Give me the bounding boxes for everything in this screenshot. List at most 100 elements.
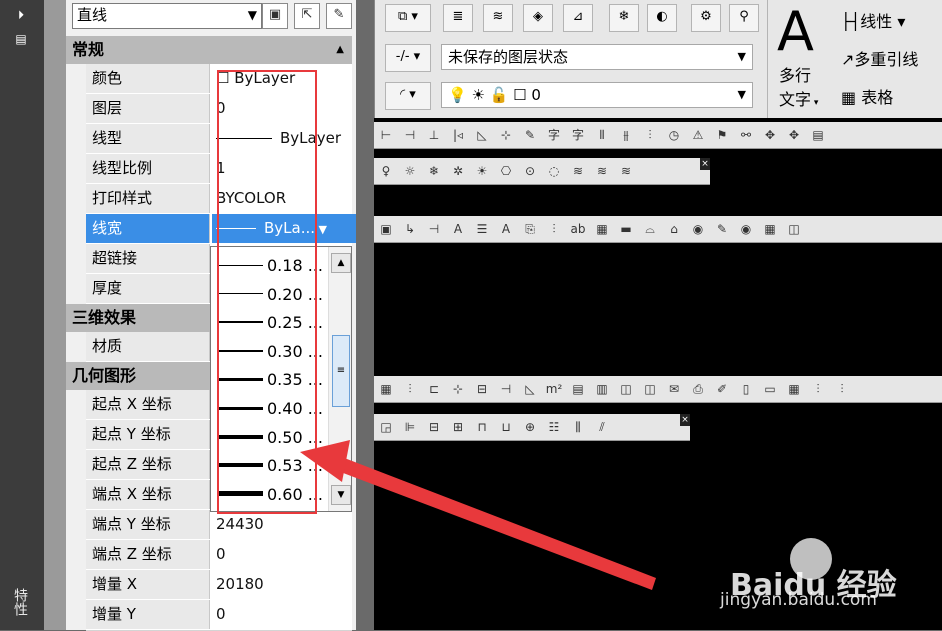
dim-icon[interactable]: ⊣ <box>424 219 444 239</box>
gear-icon[interactable]: ✲ <box>448 161 468 181</box>
autohide-icon[interactable]: ⏵ <box>10 6 32 24</box>
dim-aligned-icon[interactable]: ⊣ <box>400 125 420 145</box>
dim-linear-icon[interactable]: ⊢ <box>376 125 396 145</box>
more-icon[interactable]: ⫶ <box>832 379 852 399</box>
door-icon[interactable]: ◫ <box>616 379 636 399</box>
layer-match-icon[interactable]: ≣ <box>443 4 473 32</box>
text-label[interactable]: 文字 ▾ <box>779 86 818 110</box>
table2-icon[interactable]: ▦ <box>592 219 612 239</box>
distribute-icon[interactable]: ⊓ <box>472 417 492 437</box>
window-icon[interactable]: ◫ <box>784 219 804 239</box>
camera-icon[interactable]: ⚑ <box>712 125 732 145</box>
dim2-icon[interactable]: ⫶ <box>544 219 564 239</box>
insert-icon[interactable]: ▣ <box>376 219 396 239</box>
book-icon[interactable]: ▯ <box>736 379 756 399</box>
sun2-icon[interactable]: ☀ <box>472 161 492 181</box>
distribute3-icon[interactable]: ⊕ <box>520 417 540 437</box>
property-value[interactable]: 24430 <box>212 510 356 539</box>
slash-icon[interactable]: ⫽ <box>592 417 612 437</box>
list-icon[interactable]: ☷ <box>544 417 564 437</box>
align-left-icon[interactable]: ⊫ <box>400 417 420 437</box>
ab-icon[interactable]: ab <box>568 219 588 239</box>
scroll-thumb[interactable]: ≡ <box>332 335 350 407</box>
toggle-pickadd-icon[interactable]: ▣ <box>262 3 288 29</box>
clip-icon[interactable]: ⎔ <box>496 161 516 181</box>
leader-icon[interactable]: ↳ <box>400 219 420 239</box>
property-value[interactable]: 0 <box>212 600 356 629</box>
text-style-icon[interactable]: ✎ <box>520 125 540 145</box>
dim3-icon[interactable]: ⊣ <box>496 379 516 399</box>
scroll-up-icon[interactable]: ▲ <box>331 253 351 273</box>
dim-ordinate-icon[interactable]: |◃ <box>448 125 468 145</box>
tick2-icon[interactable]: ⫶ <box>808 379 828 399</box>
text-a-icon[interactable]: A <box>448 219 468 239</box>
stack3-icon[interactable]: ≋ <box>616 161 636 181</box>
field-icon[interactable]: ⎘ <box>520 219 540 239</box>
stack-icon[interactable]: ≋ <box>568 161 588 181</box>
layer-lock-icon[interactable]: ⚙ <box>691 4 721 32</box>
dim-radius-icon[interactable]: ◺ <box>472 125 492 145</box>
copy-icon[interactable]: ✥ <box>784 125 804 145</box>
dropdown-scrollbar[interactable]: ▲ ≡ ▼ <box>328 247 351 511</box>
continue-icon[interactable]: ⫵ <box>616 125 636 145</box>
warning-icon[interactable]: ⚠ <box>688 125 708 145</box>
layer-off-icon[interactable]: ◐ <box>647 4 677 32</box>
area-icon[interactable]: m² <box>544 379 564 399</box>
dim-arc-icon[interactable]: ⊥ <box>424 125 444 145</box>
scroll-down-icon[interactable]: ▼ <box>331 485 351 505</box>
paste-icon[interactable]: ▤ <box>808 125 828 145</box>
grid2-icon[interactable]: ▦ <box>784 379 804 399</box>
tick-icon[interactable]: ⫶ <box>640 125 660 145</box>
text-big-letter[interactable]: A <box>777 2 814 62</box>
layer-walk-icon[interactable]: ⚲ <box>729 4 759 32</box>
move-icon[interactable]: ✥ <box>760 125 780 145</box>
collapse-icon[interactable]: ▲ <box>336 36 344 64</box>
section-header-general[interactable]: 常规 ▲ <box>66 36 352 64</box>
quick-select-icon[interactable]: ✎ <box>326 3 352 29</box>
calc-icon[interactable]: ▤ <box>568 379 588 399</box>
property-row[interactable]: 增量 X 20180 <box>86 570 352 601</box>
eye2-icon[interactable]: ◉ <box>736 219 756 239</box>
region-icon[interactable]: ◺ <box>520 379 540 399</box>
stack2-icon[interactable]: ≋ <box>592 161 612 181</box>
cap-icon[interactable]: ⌓ <box>640 219 660 239</box>
text-a2-icon[interactable]: A <box>496 219 516 239</box>
mail-icon[interactable]: ✉ <box>664 379 684 399</box>
card-icon[interactable]: ▭ <box>760 379 780 399</box>
brush-icon[interactable]: ✐ <box>712 379 732 399</box>
multiline-text-label[interactable]: 多行 <box>779 62 811 86</box>
close-icon[interactable]: × <box>680 414 690 426</box>
clock-icon[interactable]: ◷ <box>664 125 684 145</box>
snow-icon[interactable]: ❄ <box>424 161 444 181</box>
distribute2-icon[interactable]: ⊔ <box>496 417 516 437</box>
object-type-select[interactable]: 直线 ▼ <box>72 3 262 29</box>
print-icon[interactable]: ⎙ <box>688 379 708 399</box>
bulb2-icon[interactable]: ◌ <box>544 161 564 181</box>
select-objects-icon[interactable]: ⇱ <box>294 3 320 29</box>
close-icon[interactable]: × <box>700 158 710 170</box>
arc-tool-icon[interactable]: ◜ ▾ <box>385 82 431 110</box>
layer-tool-icon[interactable]: ⧉ ▾ <box>385 4 431 32</box>
line-icon[interactable]: ▬ <box>616 219 636 239</box>
break-icon[interactable]: ⊏ <box>424 379 444 399</box>
sun-icon[interactable]: ☼ <box>400 161 420 181</box>
mirror-icon[interactable]: ⊟ <box>472 379 492 399</box>
drawing-canvas[interactable]: ⊢ ⊣ ⊥ |◃ ◺ ⊹ ✎ 字字 ⫴ ⫵ ⫶ ◷ ⚠ ⚑ ⚯ ✥ ✥ ▤ ♀ ☼ ❄ ✲ ☀ ⎔ ⊙ ◌ ≋ ≋ ≋ × ▣ ↳ ⊣ A ☰… <box>374 118 942 630</box>
current-layer-select[interactable]: 💡 ☀ 🔓 ☐ 0 ▼ <box>441 82 753 108</box>
pen-icon[interactable]: ✎ <box>712 219 732 239</box>
property-value[interactable]: 0 <box>212 540 356 569</box>
lock-icon[interactable]: ⊙ <box>520 161 540 181</box>
property-row[interactable]: 增量 Y 0 <box>86 600 352 631</box>
baseline-icon[interactable]: ⫴ <box>592 125 612 145</box>
palette-menu-icon[interactable]: ▤ <box>10 30 32 48</box>
align-center-icon[interactable]: ⊟ <box>424 417 444 437</box>
align-right-icon[interactable]: ⊞ <box>448 417 468 437</box>
linear-dim-button[interactable]: ├┤线性 ▾ <box>841 8 905 32</box>
door2-icon[interactable]: ◫ <box>640 379 660 399</box>
link-icon[interactable]: ⚯ <box>736 125 756 145</box>
bulb-icon[interactable]: ♀ <box>376 161 396 181</box>
eye-icon[interactable]: ◉ <box>688 219 708 239</box>
hatch-icon[interactable]: ▦ <box>376 379 396 399</box>
dim-center-icon[interactable]: ⊹ <box>496 125 516 145</box>
linetype-icon[interactable]: -/- ▾ <box>385 44 431 72</box>
